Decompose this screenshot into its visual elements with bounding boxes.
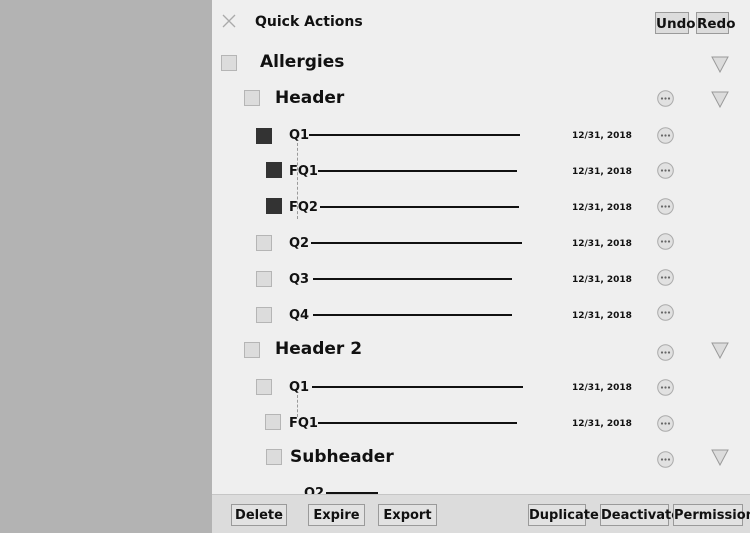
more-icon[interactable] xyxy=(657,162,674,179)
question-label: Q1 xyxy=(289,380,310,395)
triangle-down-icon[interactable] xyxy=(711,448,729,466)
close-icon[interactable] xyxy=(220,12,238,30)
triangle-down-icon[interactable] xyxy=(711,55,729,73)
answer-line xyxy=(311,242,522,244)
background-pane xyxy=(0,0,212,533)
permission-button[interactable]: Permission xyxy=(673,504,750,526)
deactivate-button[interactable]: Deactivate xyxy=(600,504,680,526)
more-icon[interactable] xyxy=(657,90,674,107)
header-label: Header xyxy=(275,88,345,108)
date-label: 12/31, 2018 xyxy=(572,383,632,393)
question-label: FQ1 xyxy=(289,416,318,431)
question-label: FQ1 xyxy=(289,164,318,179)
date-label: 12/31, 2018 xyxy=(572,167,632,177)
checkbox-fq1[interactable] xyxy=(266,162,282,178)
date-label: 12/31, 2018 xyxy=(572,275,632,285)
answer-line xyxy=(318,170,517,172)
more-icon[interactable] xyxy=(657,304,674,321)
question-label: Q1 xyxy=(289,128,310,143)
checkbox-header[interactable] xyxy=(244,90,260,106)
more-icon[interactable] xyxy=(657,415,674,432)
answer-line xyxy=(312,386,523,388)
subheader-label: Subheader xyxy=(290,447,394,467)
header-label: Header 2 xyxy=(275,339,363,359)
checkbox-header-2[interactable] xyxy=(244,342,260,358)
question-label: FQ2 xyxy=(289,200,318,215)
answer-line xyxy=(318,422,517,424)
checkbox-fq2[interactable] xyxy=(266,198,282,214)
answer-line xyxy=(313,314,512,316)
duplicate-button[interactable]: Duplicate xyxy=(528,504,599,526)
checkbox-h2-fq1[interactable] xyxy=(265,414,281,430)
delete-button[interactable]: Delete xyxy=(231,504,287,526)
quick-actions-panel: Quick Actions Undo Redo Allergies Header… xyxy=(212,0,750,533)
checkbox-q4[interactable] xyxy=(256,307,272,323)
redo-button[interactable]: Redo xyxy=(696,12,736,34)
date-label: 12/31, 2018 xyxy=(572,419,632,429)
more-icon[interactable] xyxy=(657,269,674,286)
checkbox-allergies[interactable] xyxy=(221,55,237,71)
more-icon[interactable] xyxy=(657,344,674,361)
more-icon[interactable] xyxy=(657,379,674,396)
more-icon[interactable] xyxy=(657,198,674,215)
tree-connector xyxy=(297,395,298,417)
section-label-allergies: Allergies xyxy=(260,52,345,72)
date-label: 12/31, 2018 xyxy=(572,311,632,321)
triangle-down-icon[interactable] xyxy=(711,90,729,108)
panel-title: Quick Actions xyxy=(255,14,363,30)
checkbox-q2[interactable] xyxy=(256,235,272,251)
date-label: 12/31, 2018 xyxy=(572,203,632,213)
undo-button[interactable]: Undo xyxy=(655,12,696,34)
date-label: 12/31, 2018 xyxy=(572,131,632,141)
export-button[interactable]: Export xyxy=(378,504,437,526)
triangle-down-icon[interactable] xyxy=(711,341,729,359)
expire-button[interactable]: Expire xyxy=(308,504,365,526)
footer-toolbar: Delete Expire Export Duplicate Deactivat… xyxy=(212,494,750,533)
checkbox-q1[interactable] xyxy=(256,128,272,144)
more-icon[interactable] xyxy=(657,127,674,144)
more-icon[interactable] xyxy=(657,233,674,250)
checkbox-subheader[interactable] xyxy=(266,449,282,465)
answer-line xyxy=(309,134,520,136)
checkbox-h2-q1[interactable] xyxy=(256,379,272,395)
answer-line xyxy=(313,278,512,280)
answer-line xyxy=(320,206,519,208)
more-icon[interactable] xyxy=(657,451,674,468)
checkbox-q3[interactable] xyxy=(256,271,272,287)
question-label: Q4 xyxy=(289,308,310,323)
question-label: Q2 xyxy=(289,236,310,251)
question-label: Q3 xyxy=(289,272,310,287)
date-label: 12/31, 2018 xyxy=(572,239,632,249)
